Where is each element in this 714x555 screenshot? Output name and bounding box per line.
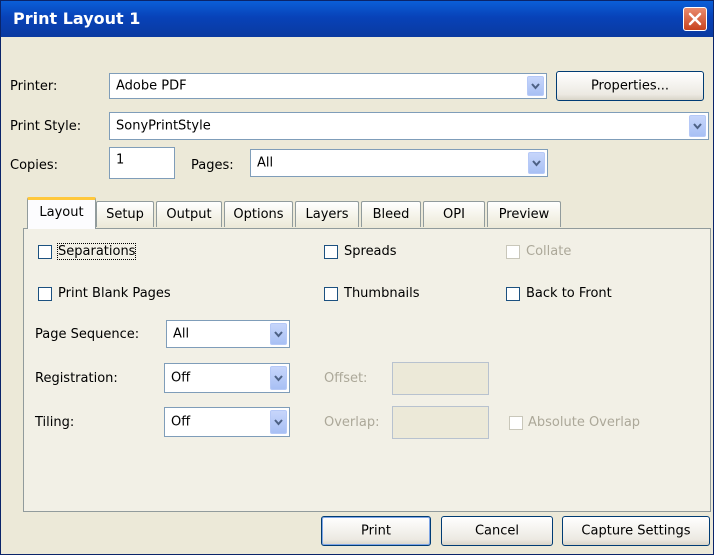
tab-bleed[interactable]: Bleed <box>361 201 421 227</box>
tiling-select[interactable]: Off <box>164 407 290 437</box>
capture-settings-button[interactable]: Capture Settings <box>562 516 710 546</box>
copies-label: Copies: <box>10 158 59 173</box>
chevron-down-icon <box>274 331 283 338</box>
tab-preview[interactable]: Preview <box>487 201 561 227</box>
printer-label: Printer: <box>10 79 58 94</box>
print-button-label: Print <box>361 523 391 539</box>
copies-value: 1 <box>116 152 125 168</box>
offset-label: Offset: <box>324 371 368 386</box>
registration-value: Off <box>171 370 191 386</box>
print-style-label: Print Style: <box>10 119 82 134</box>
tab-label: OPI <box>443 207 465 222</box>
pages-select[interactable]: All <box>250 149 548 177</box>
cancel-button[interactable]: Cancel <box>441 516 553 546</box>
printer-dropdown-button[interactable] <box>527 76 544 96</box>
print-blank-pages-checkbox[interactable] <box>38 287 52 301</box>
print-layout-dialog: Print Layout 1 Printer: Adobe PDF Proper… <box>0 0 714 555</box>
back-to-front-checkbox[interactable] <box>506 287 520 301</box>
chevron-down-icon <box>531 83 540 90</box>
tab-label: Preview <box>498 207 550 222</box>
print-blank-pages-label[interactable]: Print Blank Pages <box>58 286 171 301</box>
absolute-overlap-label: Absolute Overlap <box>528 415 641 430</box>
close-icon <box>688 12 702 26</box>
title-bar[interactable]: Print Layout 1 <box>1 1 713 37</box>
page-sequence-select[interactable]: All <box>166 320 290 348</box>
back-to-front-label[interactable]: Back to Front <box>526 286 612 301</box>
page-sequence-dropdown-button[interactable] <box>270 323 287 345</box>
print-style-select[interactable]: SonyPrintStyle <box>109 112 709 140</box>
thumbnails-checkbox[interactable] <box>324 287 338 301</box>
registration-dropdown-button[interactable] <box>270 366 287 390</box>
cancel-button-label: Cancel <box>474 523 520 539</box>
window-title: Print Layout 1 <box>13 9 141 28</box>
pages-value: All <box>257 155 274 171</box>
printer-value: Adobe PDF <box>116 78 187 94</box>
tab-label: Layout <box>39 205 84 220</box>
tab-label: Layers <box>305 207 349 222</box>
tiling-label: Tiling: <box>35 415 75 430</box>
spreads-label[interactable]: Spreads <box>344 244 397 259</box>
close-button[interactable] <box>683 7 707 31</box>
chevron-down-icon <box>274 375 283 382</box>
absolute-overlap-checkbox <box>509 416 523 430</box>
collate-checkbox <box>506 245 520 259</box>
tab-label: Options <box>233 207 284 222</box>
offset-input <box>392 362 489 395</box>
registration-label: Registration: <box>35 371 118 386</box>
tab-layout[interactable]: Layout <box>27 197 96 229</box>
chevron-down-icon <box>532 160 541 167</box>
tab-opi[interactable]: OPI <box>423 201 485 227</box>
spreads-checkbox[interactable] <box>324 245 338 259</box>
properties-button-label: Properties... <box>590 78 670 94</box>
page-sequence-value: All <box>173 326 190 342</box>
tiling-dropdown-button[interactable] <box>270 410 287 434</box>
separations-label[interactable]: Separations <box>56 243 137 260</box>
pages-dropdown-button[interactable] <box>528 152 545 174</box>
pages-label: Pages: <box>191 158 234 173</box>
print-style-value: SonyPrintStyle <box>116 118 211 134</box>
page-sequence-label: Page Sequence: <box>35 327 140 342</box>
properties-button[interactable]: Properties... <box>556 71 704 101</box>
separations-checkbox[interactable] <box>38 245 52 259</box>
thumbnails-label[interactable]: Thumbnails <box>344 286 420 301</box>
tab-label: Output <box>166 207 212 222</box>
copies-input[interactable]: 1 <box>109 147 175 179</box>
tab-label: Setup <box>106 207 144 222</box>
printer-select[interactable]: Adobe PDF <box>109 73 547 99</box>
print-button[interactable]: Print <box>321 516 431 546</box>
tab-label: Bleed <box>372 207 410 222</box>
overlap-input <box>392 406 489 439</box>
registration-select[interactable]: Off <box>164 363 290 393</box>
layout-panel <box>23 228 711 512</box>
tab-setup[interactable]: Setup <box>96 201 154 227</box>
collate-label: Collate <box>526 244 572 259</box>
tiling-value: Off <box>171 414 191 430</box>
chevron-down-icon <box>274 419 283 426</box>
chevron-down-icon <box>693 123 702 130</box>
overlap-label: Overlap: <box>324 415 380 430</box>
tab-options[interactable]: Options <box>224 201 293 227</box>
tab-layers[interactable]: Layers <box>295 201 359 227</box>
print-style-dropdown-button[interactable] <box>689 115 706 137</box>
capture-settings-button-label: Capture Settings <box>581 523 691 539</box>
tab-output[interactable]: Output <box>156 201 222 227</box>
